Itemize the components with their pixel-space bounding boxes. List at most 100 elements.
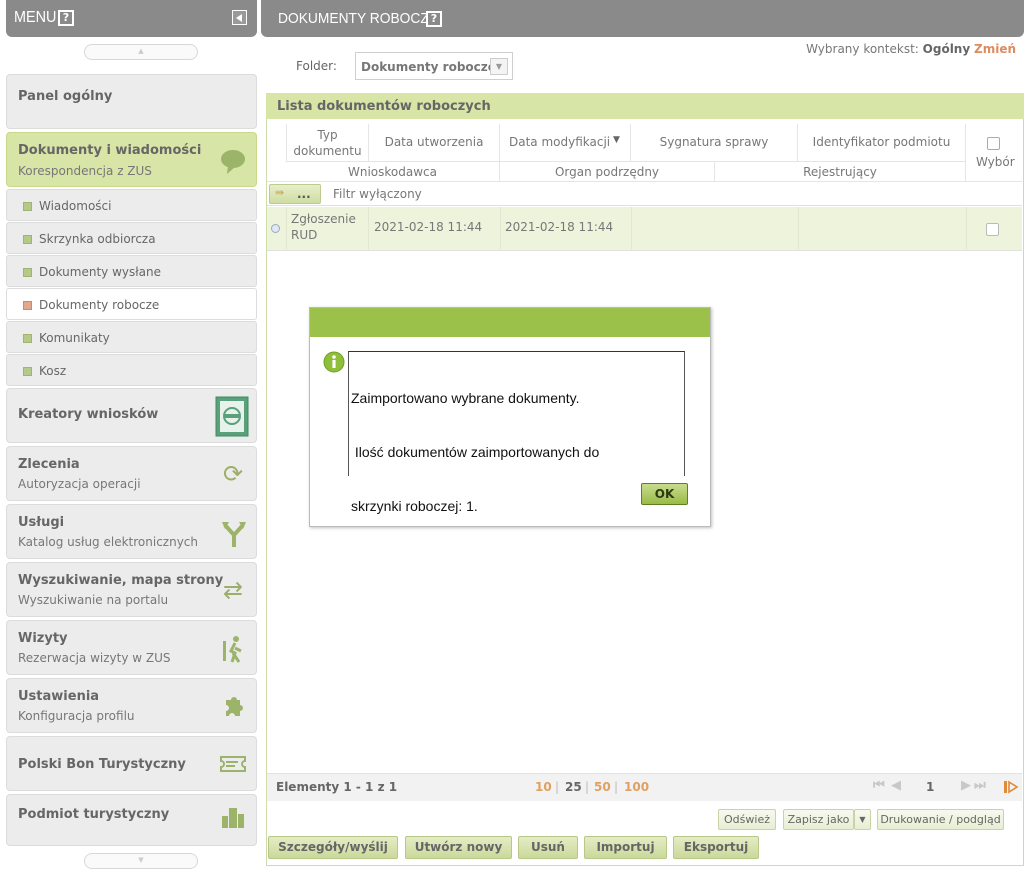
scroll-up-button[interactable]: ▲ <box>84 44 198 60</box>
col-wnioskodawca[interactable]: Wnioskodawca <box>286 161 500 182</box>
next-page-icon[interactable]: ▶ <box>961 778 971 793</box>
col-sygnatura-sprawy[interactable]: Sygnatura sprawy <box>631 124 798 161</box>
dialog-message-line: Zaimportowano wybrane dokumenty. <box>351 390 580 406</box>
sidebar-item-dokumenty-wyslane[interactable]: Dokumenty wysłane <box>6 255 257 287</box>
sort-desc-icon: ▼ <box>613 135 620 145</box>
menu-dokumenty-i-wiadomosci[interactable]: Dokumenty i wiadomości Korespondencja z … <box>6 132 257 187</box>
import-button[interactable]: Importuj <box>584 836 667 859</box>
menu-zlecenia[interactable]: Zlecenia Autoryzacja operacji ⟳ <box>6 446 257 501</box>
save-as-button[interactable]: Zapisz jako <box>783 809 854 830</box>
scroll-down-button[interactable]: ▼ <box>84 853 198 869</box>
menu-item-title: Dokumenty i wiadomości <box>18 143 202 158</box>
bullet-icon <box>23 202 32 211</box>
sidebar-item-komunikaty[interactable]: Komunikaty <box>6 321 257 353</box>
menu-item-title: Usługi <box>18 515 65 530</box>
collapse-menu-icon[interactable] <box>232 10 247 25</box>
menu-header: MENU ? <box>6 0 257 37</box>
puzzle-icon <box>226 697 243 716</box>
select-all-checkbox[interactable] <box>987 137 1000 150</box>
page-size-separator: | <box>585 780 590 794</box>
menu-ustawienia[interactable]: Ustawienia Konfiguracja profilu <box>6 678 257 733</box>
row-radio[interactable] <box>271 224 280 233</box>
menu-item-title: Kreatory wniosków <box>18 407 159 422</box>
col-data-utworzenia[interactable]: Data utworzenia <box>369 124 500 161</box>
help-icon[interactable]: ? <box>426 11 442 27</box>
sidebar-item-wiadomosci[interactable]: Wiadomości <box>6 189 257 221</box>
cell-typ-line1: Zgłoszenie <box>291 212 356 226</box>
form-document-icon <box>215 396 249 437</box>
bullet-icon <box>23 235 32 244</box>
col-rejestrujacy[interactable]: Rejestrujący <box>715 161 966 182</box>
table-header: Typ dokumentu Data utworzenia Data modyf… <box>267 124 1022 182</box>
col-wybor-label: Wybór <box>976 155 1015 169</box>
menu-item-subtitle: Konfiguracja profilu <box>18 709 135 723</box>
menu-item-subtitle: Korespondencja z ZUS <box>18 164 152 178</box>
prev-page-icon[interactable]: ◀ <box>891 778 901 793</box>
details-send-button[interactable]: Szczegóły/wyślij <box>268 836 398 859</box>
help-icon[interactable]: ? <box>58 10 74 26</box>
sidebar-item-skrzynka-odbiorcza[interactable]: Skrzynka odbiorcza <box>6 222 257 254</box>
dialog-message: Zaimportowano wybrane dokumenty. Ilość d… <box>348 351 685 514</box>
context-value: Ogólny <box>922 42 971 56</box>
save-as-dropdown-icon[interactable]: ▼ <box>854 809 871 830</box>
sidebar-item-label: Dokumenty wysłane <box>39 265 161 279</box>
cell-divider <box>631 207 632 251</box>
menu-wizyty[interactable]: Wizyty Rezerwacja wizyty w ZUS <box>6 620 257 675</box>
current-page[interactable]: 1 <box>926 780 934 794</box>
menu-podmiot-turystyczny[interactable]: Podmiot turystyczny <box>6 794 257 846</box>
table-row[interactable]: Zgłoszenie RUD 2021-02-18 11:44 2021-02-… <box>267 207 1022 251</box>
menu-item-subtitle: Wyszukiwanie na portalu <box>18 593 169 607</box>
filter-button[interactable]: ⇛ ... <box>269 184 321 204</box>
menu-uslugi[interactable]: Usługi Katalog usług elektronicznych <box>6 504 257 559</box>
menu-item-title: Wyszukiwanie, mapa strony <box>18 573 224 588</box>
sidebar-item-label: Komunikaty <box>39 331 110 345</box>
import-dialog: Zaimportowano wybrane dokumenty. Ilość d… <box>309 307 711 527</box>
page-size-10[interactable]: 10 <box>535 780 552 794</box>
menu-kreatory-wnioskow[interactable]: Kreatory wniosków <box>6 388 257 443</box>
menu-wyszukiwanie[interactable]: Wyszukiwanie, mapa strony Wyszukiwanie n… <box>6 562 257 617</box>
folder-select[interactable]: Dokumenty robocze ▼ <box>355 52 513 80</box>
cell-divider <box>966 207 967 251</box>
sidebar-item-dokumenty-robocze[interactable]: Dokumenty robocze <box>6 288 257 320</box>
folder-label: Folder: <box>296 59 337 73</box>
chevron-down-icon[interactable]: ▼ <box>490 58 508 75</box>
page-size-50[interactable]: 50 <box>594 780 611 794</box>
delete-button[interactable]: Usuń <box>518 836 578 859</box>
refresh-button[interactable]: Odśwież <box>718 809 776 830</box>
bullet-icon <box>23 301 32 310</box>
col-data-modyfikacji[interactable]: Data modyfikacji ▼ <box>500 124 631 161</box>
ok-button[interactable]: OK <box>641 483 688 505</box>
print-preview-button[interactable]: Drukowanie / podgląd <box>877 809 1004 830</box>
folder-value: Dokumenty robocze <box>361 60 496 74</box>
dialog-titlebar <box>310 308 710 337</box>
page-size-separator: | <box>614 780 619 794</box>
refresh-arrow-icon: ⟳ <box>222 460 244 488</box>
page-size-100[interactable]: 100 <box>624 780 649 794</box>
walking-person-icon <box>223 636 242 663</box>
dialog-message-line: Ilość dokumentów zaimportowanych do <box>351 444 600 460</box>
pagination-summary: Elementy 1 - 1 z 1 <box>276 780 398 794</box>
page-size-separator: | <box>555 780 560 794</box>
last-page-icon[interactable]: ⏭ <box>974 778 986 793</box>
sidebar-item-kosz[interactable]: Kosz <box>6 354 257 386</box>
menu-item-subtitle: Autoryzacja operacji <box>18 477 141 491</box>
cell-divider <box>500 207 501 251</box>
sidebar-item-label: Kosz <box>39 364 67 378</box>
info-icon <box>323 351 345 373</box>
change-context-link[interactable]: Zmień <box>974 42 1016 56</box>
page-size-25[interactable]: 25 <box>565 780 582 794</box>
export-page-icon[interactable] <box>1003 780 1019 794</box>
col-identyfikator-podmiotu[interactable]: Identyfikator podmiotu <box>798 124 966 161</box>
col-typ-dokumentu[interactable]: Typ dokumentu <box>286 124 369 161</box>
create-new-button[interactable]: Utwórz nowy <box>405 836 512 859</box>
menu-item-subtitle: Katalog usług elektronicznych <box>18 535 198 549</box>
first-page-icon[interactable]: ⏮ <box>873 778 885 793</box>
menu-panel-ogolny[interactable]: Panel ogólny <box>6 74 257 129</box>
col-organ-podrzedny[interactable]: Organ podrzędny <box>500 161 715 182</box>
menu-polski-bon-turystyczny[interactable]: Polski Bon Turystyczny <box>6 736 257 791</box>
ticket-icon <box>220 756 246 772</box>
col-data-modyfikacji-label: Data modyfikacji <box>509 135 611 149</box>
row-checkbox[interactable] <box>986 223 999 236</box>
list-title-bar: Lista dokumentów roboczych <box>266 93 1024 119</box>
export-button[interactable]: Eksportuj <box>673 836 759 859</box>
